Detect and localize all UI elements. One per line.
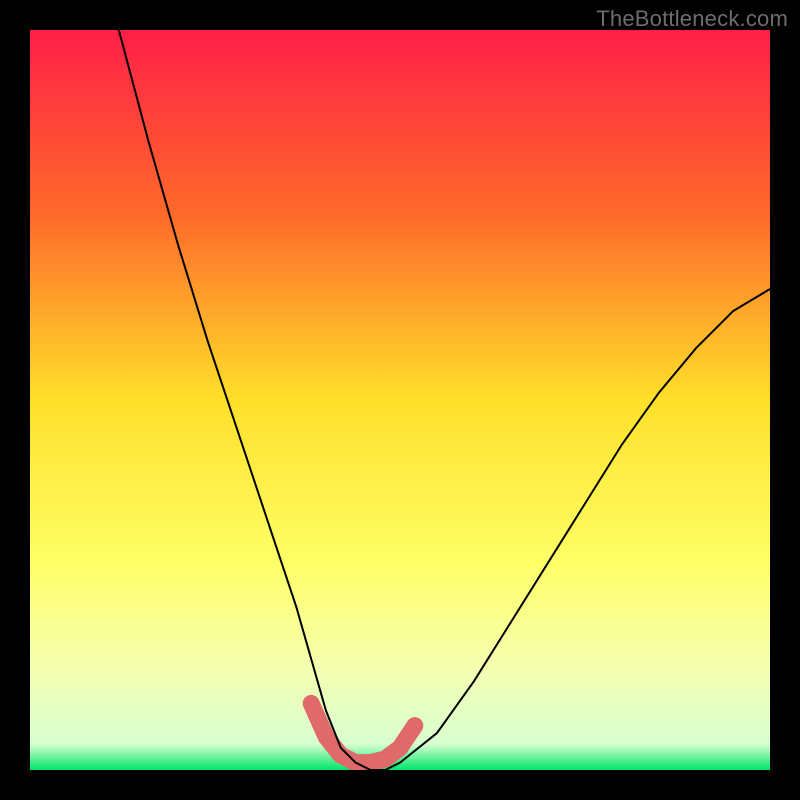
plot-svg xyxy=(30,30,770,770)
gradient-background xyxy=(30,30,770,770)
watermark-text: TheBottleneck.com xyxy=(596,6,788,32)
outer-frame: TheBottleneck.com xyxy=(0,0,800,800)
plot-area xyxy=(30,30,770,770)
